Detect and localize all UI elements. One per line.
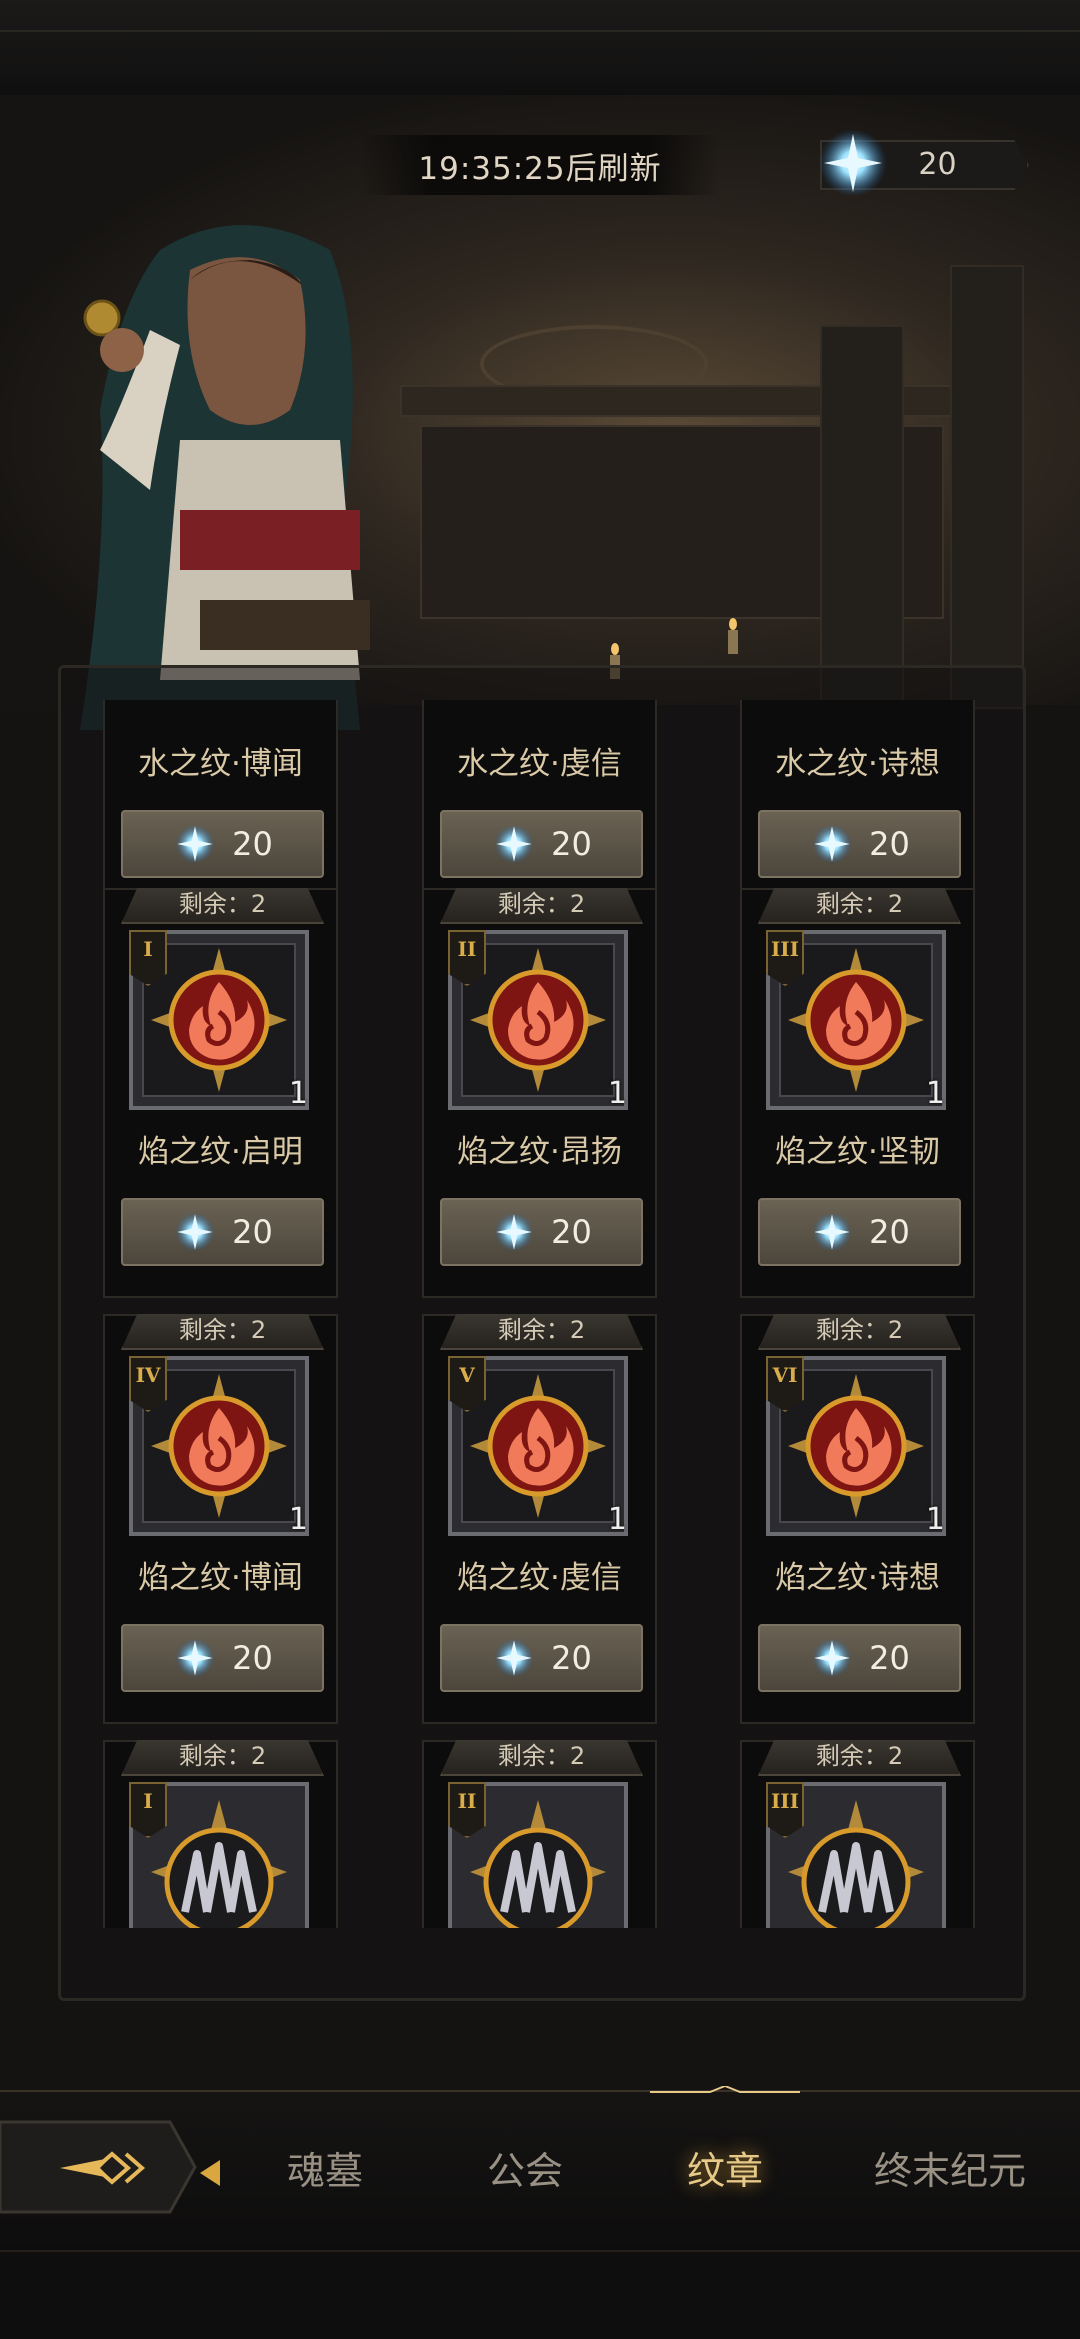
price-value: 20 (232, 825, 273, 863)
shop-item-card[interactable]: 水之纹·博闻 20 (103, 700, 338, 910)
buy-button[interactable]: 20 (758, 1198, 961, 1266)
buy-button[interactable]: 20 (121, 1198, 324, 1266)
item-name: 焰之纹·诗想 (775, 1560, 940, 1596)
frost-crystal-icon (175, 1638, 215, 1678)
item-quantity: 1 (607, 1076, 627, 1111)
price-value: 20 (232, 1639, 273, 1677)
shop-item-card[interactable]: 剩余：2 I (103, 1740, 338, 1928)
item-name: 水之纹·博闻 (138, 746, 303, 782)
price-value: 20 (869, 1639, 910, 1677)
item-name: 焰之纹·启明 (138, 1134, 303, 1170)
buy-button[interactable]: 20 (758, 810, 961, 878)
price-value: 20 (551, 1639, 592, 1677)
shop-item-card[interactable]: 水之纹·虔信 20 (422, 700, 657, 910)
nav-tab-guild[interactable]: 公会 (455, 2140, 595, 2200)
frost-crystal-icon (175, 824, 215, 864)
currency-amount: 20 (918, 146, 957, 182)
shop-item-card[interactable]: 剩余：2 V 1 焰之纹·虔信 20 (422, 1314, 657, 1724)
item-name: 焰之纹·坚韧 (775, 1134, 940, 1170)
item-name: 水之纹·诗想 (775, 746, 940, 782)
item-name: 水之纹·虔信 (457, 746, 622, 782)
nav-scroll-left-icon[interactable] (196, 2158, 224, 2188)
card-frame (740, 700, 975, 910)
stock-remaining-label: 剩余：2 (440, 1740, 643, 1776)
item-name: 焰之纹·博闻 (138, 1560, 303, 1596)
shop-item-card[interactable]: 水之纹·诗想 20 (740, 700, 975, 910)
shop-item-card[interactable]: 剩余：2 IV 1 焰之纹·博闻 20 (103, 1314, 338, 1724)
item-quantity: 1 (288, 1076, 308, 1111)
stock-remaining-label: 剩余：2 (440, 1314, 643, 1350)
card-frame (103, 700, 338, 910)
frost-crystal-icon (494, 1638, 534, 1678)
item-quantity: 1 (925, 1076, 945, 1111)
buy-button[interactable]: 20 (121, 810, 324, 878)
frost-crystal-icon (812, 824, 852, 864)
price-value: 20 (869, 825, 910, 863)
item-quantity: 1 (925, 1502, 945, 1537)
stock-remaining-label: 剩余：2 (121, 888, 324, 924)
stock-remaining-label: 剩余：2 (121, 1740, 324, 1776)
buy-button[interactable]: 20 (758, 1624, 961, 1692)
frost-crystal-icon (494, 824, 534, 864)
item-name: 焰之纹·昂扬 (457, 1134, 622, 1170)
buy-button[interactable]: 20 (121, 1624, 324, 1692)
buy-button[interactable]: 20 (440, 1624, 643, 1692)
menu-toggle-button[interactable] (0, 2112, 200, 2222)
stock-remaining-label: 剩余：2 (758, 888, 961, 924)
price-value: 20 (869, 1213, 910, 1251)
buy-button[interactable]: 20 (440, 810, 643, 878)
frost-crystal-icon (175, 1212, 215, 1252)
item-quantity: 1 (288, 1502, 308, 1537)
item-quantity: 1 (607, 1502, 627, 1537)
shop-item-card[interactable]: 剩余：2 III (740, 1740, 975, 1928)
item-name: 焰之纹·虔信 (457, 1560, 622, 1596)
stock-remaining-label: 剩余：2 (440, 888, 643, 924)
ornament-line (0, 30, 1080, 32)
card-frame (422, 700, 657, 910)
top-ornament-bar (0, 0, 1080, 98)
shop-item-card[interactable]: 剩余：2 VI 1 焰之纹·诗想 20 (740, 1314, 975, 1724)
stock-remaining-label: 剩余：2 (758, 1314, 961, 1350)
frost-crystal-icon (812, 1638, 852, 1678)
candle (728, 618, 738, 654)
price-value: 20 (232, 1213, 273, 1251)
shop-item-card[interactable]: 剩余：2 III 1 焰之纹·坚韧 20 (740, 888, 975, 1298)
nav-tab-emblem[interactable]: 纹章 (655, 2140, 795, 2200)
pillar (820, 325, 904, 709)
buy-button[interactable]: 20 (440, 1198, 643, 1266)
shop-item-card[interactable]: 剩余：2 II 1 焰之纹·昂扬 20 (422, 888, 657, 1298)
refresh-timer: 19:35:25后刷新 (360, 135, 720, 195)
shop-item-card[interactable]: 剩余：2 I 1 焰之纹·启明 20 (103, 888, 338, 1298)
pillar (950, 265, 1024, 709)
frost-crystal-icon (812, 1212, 852, 1252)
shop-grid[interactable]: 水之纹·博闻 20 水之纹·虔信 20 水之纹·诗想 20 剩余：2 I 1 焰之纹·… (0, 700, 1080, 1928)
footer-ornament (0, 2250, 1080, 2339)
nav-tab-soul-tomb[interactable]: 魂墓 (255, 2140, 395, 2200)
nav-tab-final-era[interactable]: 终末纪元 (850, 2140, 1050, 2200)
shop-item-card[interactable]: 剩余：2 II (422, 1740, 657, 1928)
price-value: 20 (551, 1213, 592, 1251)
stock-remaining-label: 剩余：2 (758, 1740, 961, 1776)
price-value: 20 (551, 825, 592, 863)
active-tab-indicator (650, 2086, 800, 2093)
frost-crystal-icon (494, 1212, 534, 1252)
frost-crystal-icon (819, 129, 887, 197)
stock-remaining-label: 剩余：2 (121, 1314, 324, 1350)
